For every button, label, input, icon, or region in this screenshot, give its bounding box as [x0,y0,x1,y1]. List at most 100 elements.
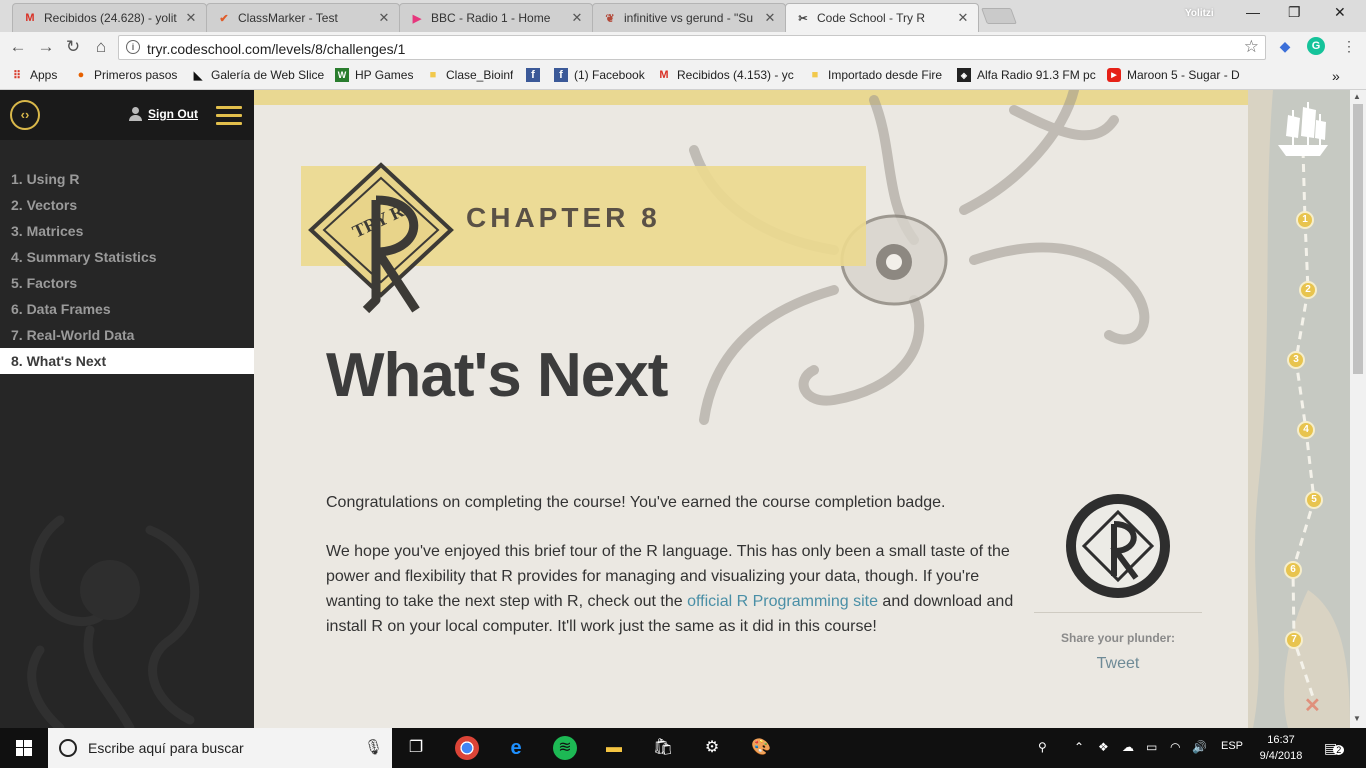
bookmark-hp-games[interactable]: W HP Games [335,68,413,82]
microphone-icon[interactable]: 🎙 [364,738,383,756]
tab-bbc-radio[interactable]: ▶ BBC - Radio 1 - Home ✕ [399,3,593,32]
code-school-logo-icon[interactable]: ‹› [10,100,40,130]
chrome-taskbar-icon[interactable] [455,736,479,760]
new-tab-button[interactable] [981,8,1017,24]
chapter-item-factors[interactable]: 5. Factors [0,270,254,296]
bookmark-importado[interactable]: ■ Importado desde Fire [808,68,948,82]
next-steps-paragraph: We hope you've enjoyed this brief tour o… [326,539,1016,639]
window-close-icon[interactable]: ✕ [1334,4,1346,21]
onedrive-icon[interactable]: ☁ [1122,740,1134,754]
tab-classmarker[interactable]: ✔ ClassMarker - Test ✕ [206,3,400,32]
tab-code-school[interactable]: ✂ Code School - Try R ✕ [785,3,979,32]
firefox-icon: ● [77,69,85,81]
reload-icon[interactable]: ↻ [63,37,83,57]
chapter-item-vectors[interactable]: 2. Vectors [0,192,254,218]
spotify-icon[interactable]: ≋ [553,736,577,760]
extension-shield-icon[interactable]: ◆ [1276,37,1294,55]
map-marker-3[interactable]: 3 [1287,351,1305,369]
bookmarks-bar: ⠿ Apps ● Primeros pasos ◣ Galería de Web… [0,62,1366,90]
minimize-icon[interactable]: — [1246,4,1260,20]
wifi-icon[interactable]: ◠ [1170,740,1180,754]
map-marker-5[interactable]: 5 [1305,491,1323,509]
task-view-icon[interactable]: ❐ [404,736,428,760]
progress-map: 1 2 3 4 5 6 7 ✕ [1248,90,1350,728]
restore-icon[interactable]: ❐ [1288,4,1301,21]
paint-icon[interactable]: 🎨 [749,736,773,760]
chapter-item-real-world-data[interactable]: 7. Real-World Data [0,322,254,348]
windows-start-icon[interactable] [0,728,48,768]
store-icon[interactable]: 🛍 [651,736,675,760]
map-marker-7[interactable]: 7 [1285,631,1303,649]
chapter-item-matrices[interactable]: 3. Matrices [0,218,254,244]
bookmark-facebook-icon-only[interactable]: f [526,68,546,82]
chapter-item-data-frames[interactable]: 6. Data Frames [0,296,254,322]
scroll-down-icon[interactable]: ▼ [1353,714,1361,723]
close-icon[interactable]: ✕ [184,10,198,26]
forward-icon[interactable]: → [36,37,56,57]
try-r-logo-icon: TRY R [308,162,454,314]
bookmark-web-slice[interactable]: ◣ Galería de Web Slice [191,68,324,82]
youtube-icon: ▶ [1107,68,1121,82]
chapter-item-whats-next[interactable]: 8. What's Next [0,348,254,374]
volume-icon[interactable]: 🔊 [1192,740,1207,754]
tab-wordreference[interactable]: ❦ infinitive vs gerund - "Su ✕ [592,3,786,32]
cortana-icon [59,739,77,757]
octopus-silhouette-icon [27,515,200,728]
file-explorer-icon[interactable]: ▬ [602,736,626,760]
taskbar-clock[interactable]: 16:37 9/4/2018 [1254,732,1308,764]
info-icon[interactable]: i [126,40,140,54]
map-marker-1[interactable]: 1 [1296,211,1314,229]
windows-taskbar: Escribe aquí para buscar 🎙 ❐ e ≋ ▬ 🛍 ⚙ 🎨… [0,728,1366,768]
bookmark-facebook[interactable]: f (1) Facebook [554,68,645,82]
bookmark-maroon5[interactable]: ▶ Maroon 5 - Sugar - D [1107,68,1247,82]
official-r-site-link[interactable]: official R Programming site [687,593,878,610]
bookmark-star-icon[interactable]: ☆ [1244,37,1259,57]
dropbox-icon[interactable]: ❖ [1098,740,1109,754]
more-bookmarks-icon[interactable]: » [1332,68,1340,84]
bookmark-recibidos[interactable]: M Recibidos (4.153) - yc [657,68,797,82]
bbc-radio-icon: ▶ [412,12,422,25]
chapter-item-using-r[interactable]: 1. Using R [0,166,254,192]
share-divider [1034,612,1202,613]
chrome-menu-icon[interactable]: ⋮ [1340,37,1358,55]
bookmark-apps[interactable]: ⠿ Apps [10,68,57,82]
menu-icon[interactable] [216,106,242,126]
back-icon[interactable]: ← [8,37,28,57]
address-bar[interactable]: i tryr.codeschool.com/levels/8/challenge… [118,35,1266,60]
profile-name[interactable]: Yolitzi [1185,8,1214,19]
search-placeholder: Escribe aquí para buscar [88,740,244,756]
share-label: Share your plunder: [1060,631,1176,645]
tab-strip: M Recibidos (24.628) - yolit ✕ ✔ ClassMa… [0,0,1366,32]
map-marker-6[interactable]: 6 [1284,561,1302,579]
bookmark-primeros-pasos[interactable]: ● Primeros pasos [74,68,178,82]
tab-gmail[interactable]: M Recibidos (24.628) - yolit ✕ [12,3,207,32]
scroll-up-icon[interactable]: ▲ [1353,92,1361,101]
clock-time: 16:37 [1267,734,1295,746]
edge-icon[interactable]: e [504,736,528,760]
action-center-icon[interactable]: ▤2 [1324,740,1345,757]
bookmark-alfa-radio[interactable]: ◈ Alfa Radio 91.3 FM pc [957,68,1097,82]
home-icon[interactable]: ⌂ [91,37,111,57]
chapter-item-summary-statistics[interactable]: 4. Summary Statistics [0,244,254,270]
battery-icon[interactable]: ▭ [1146,740,1157,754]
bookmark-label: Alfa Radio 91.3 FM pc [977,68,1096,82]
page-scrollbar[interactable]: ▲ ▼ [1350,90,1366,728]
page: ‹› Sign Out 1. Using R 2. Vectors 3. Mat… [0,90,1366,728]
map-marker-4[interactable]: 4 [1297,421,1315,439]
map-marker-2[interactable]: 2 [1299,281,1317,299]
close-icon[interactable]: ✕ [763,10,777,26]
close-icon[interactable]: ✕ [956,10,970,26]
tweet-button[interactable]: Tweet [1034,655,1202,673]
taskbar-search-box[interactable]: Escribe aquí para buscar 🎙 [48,728,392,768]
settings-gear-icon[interactable]: ⚙ [700,736,724,760]
people-icon[interactable]: ⚲ [1038,740,1047,754]
language-indicator[interactable]: ESP [1221,740,1243,752]
close-icon[interactable]: ✕ [377,10,391,26]
sign-out-link[interactable]: Sign Out [128,107,198,121]
scrollbar-thumb[interactable] [1353,104,1363,374]
url-text[interactable]: tryr.codeschool.com/levels/8/challenges/… [147,41,405,57]
grammarly-icon[interactable]: G [1307,37,1325,55]
close-icon[interactable]: ✕ [570,10,584,26]
bookmark-clase-bioinf[interactable]: ■ Clase_Bioinf [426,68,514,82]
show-hidden-icons[interactable]: ⌃ [1074,740,1084,754]
